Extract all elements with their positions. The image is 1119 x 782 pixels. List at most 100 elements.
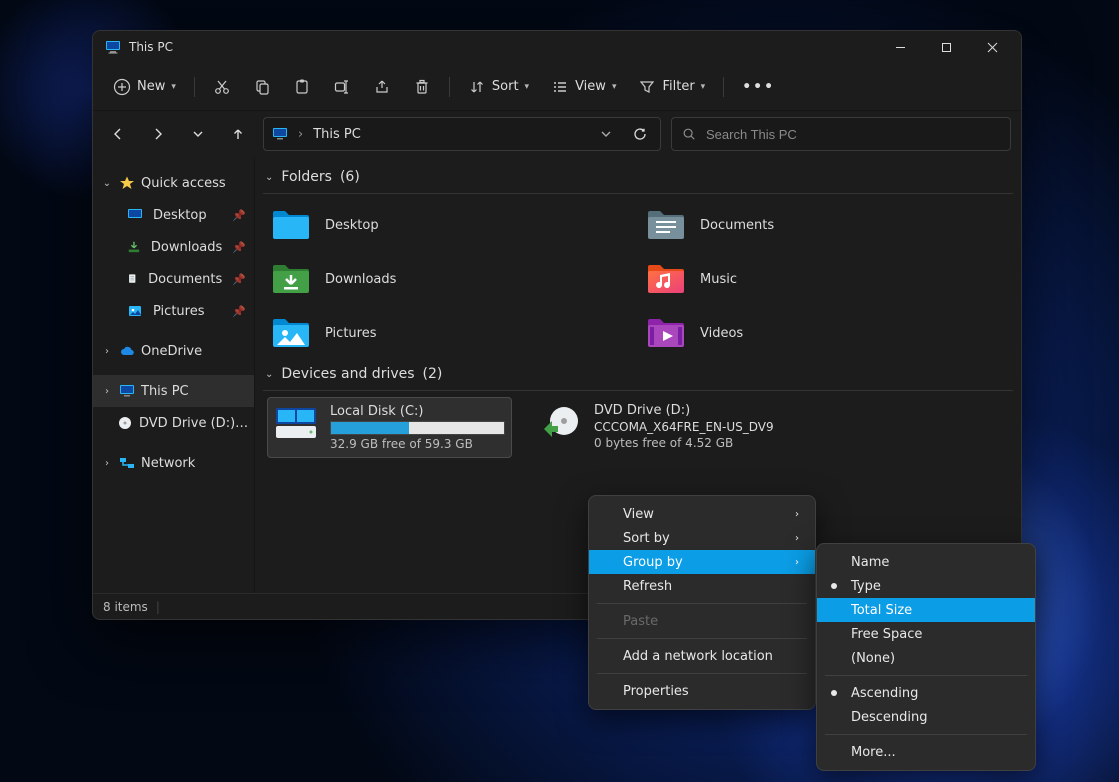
folder-icon [271,207,311,243]
toolbar: New ▾ Sort ▾ View ▾ Filter ▾ ••• [93,63,1021,111]
menu-item-name[interactable]: Name [817,550,1035,574]
folder-label: Pictures [325,326,376,341]
folder-label: Documents [700,218,774,233]
menu-item-ascending[interactable]: Ascending [817,681,1035,705]
folder-music[interactable]: Music [642,254,1013,304]
disc-icon [117,415,133,431]
drive-volume-label: CCCOMA_X64FRE_EN-US_DV9 [594,420,774,434]
folder-documents[interactable]: Documents [642,200,1013,250]
folder-label: Music [700,272,737,287]
menu-item-type[interactable]: Type [817,574,1035,598]
chevron-down-icon: ▾ [525,82,530,92]
close-button[interactable] [969,31,1015,63]
back-button[interactable] [103,119,133,149]
search-box[interactable] [671,117,1011,151]
cut-icon [213,78,231,96]
menu-item-view[interactable]: View› [589,502,815,526]
folder-label: Videos [700,326,743,341]
radio-dot-icon [831,583,837,589]
nav-row: › This PC [93,111,1021,157]
group-count: (6) [340,169,360,185]
folder-label: Desktop [325,218,379,233]
cloud-icon [119,343,135,359]
menu-item-refresh[interactable]: Refresh [589,574,815,598]
drive-dvd-d[interactable]: DVD Drive (D:) CCCOMA_X64FRE_EN-US_DV9 0… [532,397,780,458]
drive-local-c[interactable]: Local Disk (C:) 32.9 GB free of 59.3 GB [267,397,512,458]
sidebar-this-pc[interactable]: › This PC [93,375,254,407]
menu-item-free-space[interactable]: Free Space [817,622,1035,646]
folder-desktop[interactable]: Desktop [267,200,638,250]
folder-videos[interactable]: Videos [642,308,1013,358]
address-dropdown[interactable] [594,119,618,149]
folder-icon [271,315,311,351]
share-button[interactable] [363,72,401,102]
titlebar[interactable]: This PC [93,31,1021,63]
copy-button[interactable] [243,72,281,102]
minimize-button[interactable] [877,31,923,63]
sort-label: Sort [492,79,519,94]
group-label: Folders [281,169,332,185]
chevron-right-icon: › [795,509,799,520]
menu-item-more[interactable]: More... [817,740,1035,764]
chevron-right-icon: › [101,458,113,469]
group-count: (2) [423,366,443,382]
breadcrumb[interactable]: This PC [313,127,361,142]
group-header-drives[interactable]: ⌄ Devices and drives (2) [263,358,1013,390]
folder-pictures[interactable]: Pictures [267,308,638,358]
menu-item-none[interactable]: (None) [817,646,1035,670]
this-pc-icon [272,126,288,142]
sort-button[interactable]: Sort ▾ [458,72,539,102]
sidebar-quick-access[interactable]: ⌄ Quick access [93,167,254,199]
context-menu-group-by: Name Type Total Size Free Space (None) A… [816,543,1036,771]
more-button[interactable]: ••• [732,73,785,101]
forward-button[interactable] [143,119,173,149]
menu-item-group-by[interactable]: Group by› [589,550,815,574]
star-icon [119,175,135,191]
delete-button[interactable] [403,72,441,102]
drive-icon [274,404,318,442]
documents-icon [127,271,138,287]
up-button[interactable] [223,119,253,149]
chevron-right-icon: › [101,346,113,357]
download-icon [127,239,141,255]
rename-icon [333,78,351,96]
sidebar-dvd-drive[interactable]: DVD Drive (D:) CCCOMA_X64FRE_EN-US_DV9 [93,407,254,439]
sidebar-item-label: OneDrive [141,344,202,359]
filter-button[interactable]: Filter ▾ [628,72,715,102]
pin-icon: 📌 [232,273,246,286]
sidebar-item-label: Downloads [151,240,222,255]
new-button[interactable]: New ▾ [103,72,186,102]
chevron-right-icon: › [795,533,799,544]
sidebar-pictures[interactable]: Pictures 📌 [93,295,254,327]
sidebar-documents[interactable]: Documents 📌 [93,263,254,295]
paste-button[interactable] [283,72,321,102]
chevron-down-icon: ⌄ [265,369,273,380]
folder-icon [646,315,686,351]
pin-icon: 📌 [232,241,246,254]
sidebar-item-label: Network [141,456,195,471]
drive-free-text: 32.9 GB free of 59.3 GB [330,437,505,451]
menu-item-sort-by[interactable]: Sort by› [589,526,815,550]
plus-circle-icon [113,78,131,96]
refresh-button[interactable] [628,119,652,149]
address-bar[interactable]: › This PC [263,117,661,151]
group-header-folders[interactable]: ⌄ Folders (6) [263,161,1013,193]
menu-item-descending[interactable]: Descending [817,705,1035,729]
maximize-button[interactable] [923,31,969,63]
sidebar-network[interactable]: › Network [93,447,254,479]
breadcrumb-sep: › [298,127,303,142]
rename-button[interactable] [323,72,361,102]
sidebar-onedrive[interactable]: › OneDrive [93,335,254,367]
menu-item-paste: Paste [589,609,815,633]
recent-button[interactable] [183,119,213,149]
cut-button[interactable] [203,72,241,102]
sidebar-desktop[interactable]: Desktop 📌 [93,199,254,231]
folder-icon [646,207,686,243]
menu-item-total-size[interactable]: Total Size [817,598,1035,622]
view-button[interactable]: View ▾ [541,72,626,102]
menu-item-add-network-location[interactable]: Add a network location [589,644,815,668]
folder-downloads[interactable]: Downloads [267,254,638,304]
search-input[interactable] [706,127,1000,142]
menu-item-properties[interactable]: Properties [589,679,815,703]
sidebar-downloads[interactable]: Downloads 📌 [93,231,254,263]
